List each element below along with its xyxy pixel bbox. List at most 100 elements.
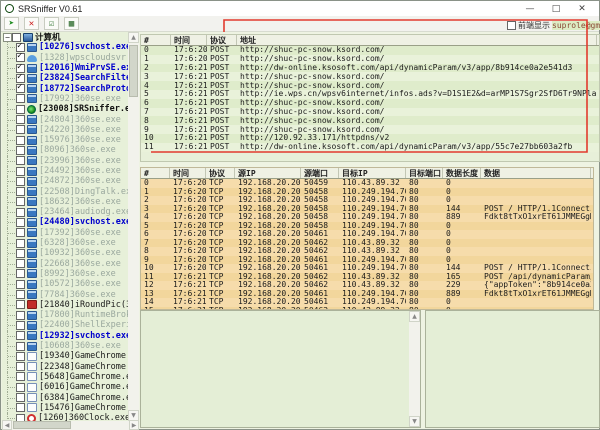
process-checkbox[interactable] — [16, 115, 25, 124]
tree-item-18772[interactable]: [18772]SearchProtocolHost.exe — [2, 83, 138, 93]
tree-item-1328[interactable]: [1328]wpscloudsvr.exe — [2, 53, 138, 63]
column-header-dest-port[interactable]: 目标端口 — [406, 168, 443, 178]
packet-row[interactable]: 417:6:20TCP192.168.20.20350458110.249.19… — [141, 213, 593, 222]
request-row[interactable]: 917:6:21POSThttp://shuc-pc-snow.ksord.co… — [141, 125, 599, 134]
request-row[interactable]: 117:6:20POSThttp://shuc-pc-snow.ksord.co… — [141, 55, 599, 64]
process-checkbox[interactable] — [16, 362, 25, 371]
packet-row[interactable]: 117:6:20TCP192.168.20.20350458110.249.19… — [141, 188, 593, 197]
request-row[interactable]: 817:6:21POSThttp://shuc-pc-snow.ksord.co… — [141, 116, 599, 125]
process-checkbox[interactable] — [16, 372, 25, 381]
process-checkbox[interactable] — [16, 125, 25, 134]
close-button[interactable]: ✕ — [569, 1, 595, 16]
tree-item-10932[interactable]: [10932]360se.exe — [2, 248, 138, 258]
process-checkbox[interactable] — [16, 383, 25, 392]
process-checkbox[interactable] — [16, 187, 25, 196]
process-checkbox[interactable] — [16, 218, 25, 227]
process-checkbox[interactable] — [16, 136, 25, 145]
scroll-left-icon[interactable]: ◀ — [2, 420, 12, 430]
process-checkbox[interactable] — [16, 331, 25, 340]
tree-root[interactable]: − 计算机 — [2, 32, 138, 42]
tree-item-17800[interactable]: [17800]RuntimeBroker.exe — [2, 310, 138, 320]
process-checkbox[interactable] — [16, 64, 25, 73]
tree-item-23996[interactable]: [23996]360se.exe — [2, 156, 138, 166]
scrollbar-thumb[interactable] — [129, 45, 138, 97]
process-checkbox[interactable] — [16, 300, 25, 309]
tree-item-12932[interactable]: [12932]svchost.exe — [2, 331, 138, 341]
tree-item-6384[interactable]: [6384]GameChrome.exe — [2, 392, 138, 402]
process-checkbox[interactable] — [16, 208, 25, 217]
process-checkbox[interactable] — [16, 197, 25, 206]
packet-row[interactable]: 1017:6:20TCP192.168.20.20350461110.249.1… — [141, 264, 593, 273]
tree-item-6328[interactable]: [6328]360se.exe — [2, 238, 138, 248]
packet-row[interactable]: 517:6:20TCP192.168.20.20350458110.249.19… — [141, 222, 593, 231]
request-row[interactable]: 517:6:21POSThttp://ie.wps.cn/wpsv6intern… — [141, 90, 599, 99]
column-header-source-ip[interactable]: 源IP — [235, 168, 301, 178]
tree-item-10608[interactable]: [10608]360se.exe — [2, 341, 138, 351]
tree-item-22508[interactable]: [22508]DingTalk.exe — [2, 186, 138, 196]
process-checkbox[interactable] — [16, 414, 25, 421]
tree-item-22400[interactable]: [22400]ShellExperienceHost.exe — [2, 320, 138, 330]
process-checkbox[interactable] — [16, 53, 25, 62]
collapse-icon[interactable]: − — [3, 33, 12, 42]
packet-row[interactable]: 717:6:20TCP192.168.20.20350462110.43.89.… — [141, 239, 593, 248]
request-row[interactable]: 217:6:21POSThttp://dw-online.ksosoft.com… — [141, 64, 599, 73]
process-checkbox[interactable] — [16, 311, 25, 320]
tree-item-8992[interactable]: [8992]360se.exe — [2, 269, 138, 279]
scroll-up-icon[interactable]: ▲ — [128, 32, 139, 43]
request-row[interactable]: 717:6:21POSThttp://shuc-pc-snow.ksord.co… — [141, 108, 599, 117]
stop-clear-button[interactable]: ✕ — [24, 17, 39, 30]
process-checkbox[interactable] — [16, 269, 25, 278]
tree-item-22348[interactable]: [22348]GameChrome.exe — [2, 362, 138, 372]
process-checkbox[interactable] — [16, 156, 25, 165]
packet-row[interactable]: 017:6:20TCP192.168.20.20350459110.43.89.… — [141, 179, 593, 188]
column-header-protocol[interactable]: 协议 — [207, 35, 237, 45]
tree-item-24872[interactable]: [24872]360se.exe — [2, 176, 138, 186]
packet-row[interactable]: 1317:6:21TCP192.168.20.20350461110.249.1… — [141, 290, 593, 299]
process-checkbox[interactable] — [16, 177, 25, 186]
process-checkbox[interactable] — [16, 228, 25, 237]
request-row[interactable]: 017:6:20POSThttp://shuc-pc-snow.ksord.co… — [141, 46, 599, 55]
tree-item-19340[interactable]: [19340]GameChrome.exe — [2, 351, 138, 361]
column-header-source-port[interactable]: 源端口 — [301, 168, 339, 178]
process-checkbox[interactable] — [16, 105, 25, 114]
process-checkbox[interactable] — [16, 94, 25, 103]
packet-row[interactable]: 1217:6:21TCP192.168.20.20350462110.43.89… — [141, 281, 593, 290]
process-checkbox[interactable] — [16, 321, 25, 330]
request-row[interactable]: 1017:6:21POSThttp://120.92.33.171/httpdn… — [141, 134, 599, 143]
tree-item-23008[interactable]: [23008]SRSniffer.exe — [2, 104, 138, 114]
process-checkbox[interactable] — [16, 403, 25, 412]
scroll-up-icon[interactable]: ▲ — [409, 311, 420, 322]
tree-item-17392[interactable]: [17392]360se.exe — [2, 228, 138, 238]
process-checkbox[interactable] — [16, 280, 25, 289]
process-checkbox[interactable] — [16, 84, 25, 93]
process-checkbox[interactable] — [16, 393, 25, 402]
tree-item-17992[interactable]: [17992]360se.exe — [2, 94, 138, 104]
process-checkbox[interactable] — [16, 43, 25, 52]
options-button[interactable]: ☑ — [44, 17, 59, 30]
process-checkbox[interactable] — [16, 259, 25, 268]
column-header-address[interactable]: 地址 — [237, 35, 597, 45]
tree-item-24480[interactable]: [24480]svchost.exe — [2, 217, 138, 227]
column-header-data-length[interactable]: 数据长度 — [443, 168, 481, 178]
tree-item-6016[interactable]: [6016]GameChrome.exe — [2, 382, 138, 392]
packet-row[interactable]: 217:6:20TCP192.168.20.20350458110.249.19… — [141, 196, 593, 205]
tree-item-10276[interactable]: [10276]svchost.exe — [2, 42, 138, 52]
packet-row[interactable]: 1117:6:21TCP192.168.20.20350462110.43.89… — [141, 273, 593, 282]
request-row[interactable]: 617:6:21POSThttp://shuc-pc-snow.ksord.co… — [141, 99, 599, 108]
start-capture-button[interactable]: ➤ — [4, 17, 19, 30]
tree-item-1260[interactable]: [1260]360Clock.exe — [2, 413, 138, 421]
scrollbar-thumb[interactable] — [13, 421, 71, 429]
tree-item-18632[interactable]: [18632]360se.exe — [2, 197, 138, 207]
tree-horizontal-scrollbar[interactable]: ◀ ▶ — [2, 421, 139, 430]
process-checkbox[interactable] — [16, 352, 25, 361]
tree-item-15976[interactable]: [15976]360se.exe — [2, 135, 138, 145]
scroll-down-icon[interactable]: ▼ — [409, 416, 420, 427]
column-header-dest-ip[interactable]: 目标IP — [339, 168, 406, 178]
tree-item-8096[interactable]: [8096]360se.exe — [2, 145, 138, 155]
column-header-data[interactable]: 数据 — [481, 168, 591, 178]
tree-item-21840[interactable]: [21840]iRoundPic(3).exe — [2, 300, 138, 310]
process-checkbox[interactable] — [16, 249, 25, 258]
tree-item-15476[interactable]: [15476]GameChrome.exe — [2, 403, 138, 413]
column-header-protocol[interactable]: 协议 — [206, 168, 235, 178]
process-checkbox[interactable] — [16, 74, 25, 83]
